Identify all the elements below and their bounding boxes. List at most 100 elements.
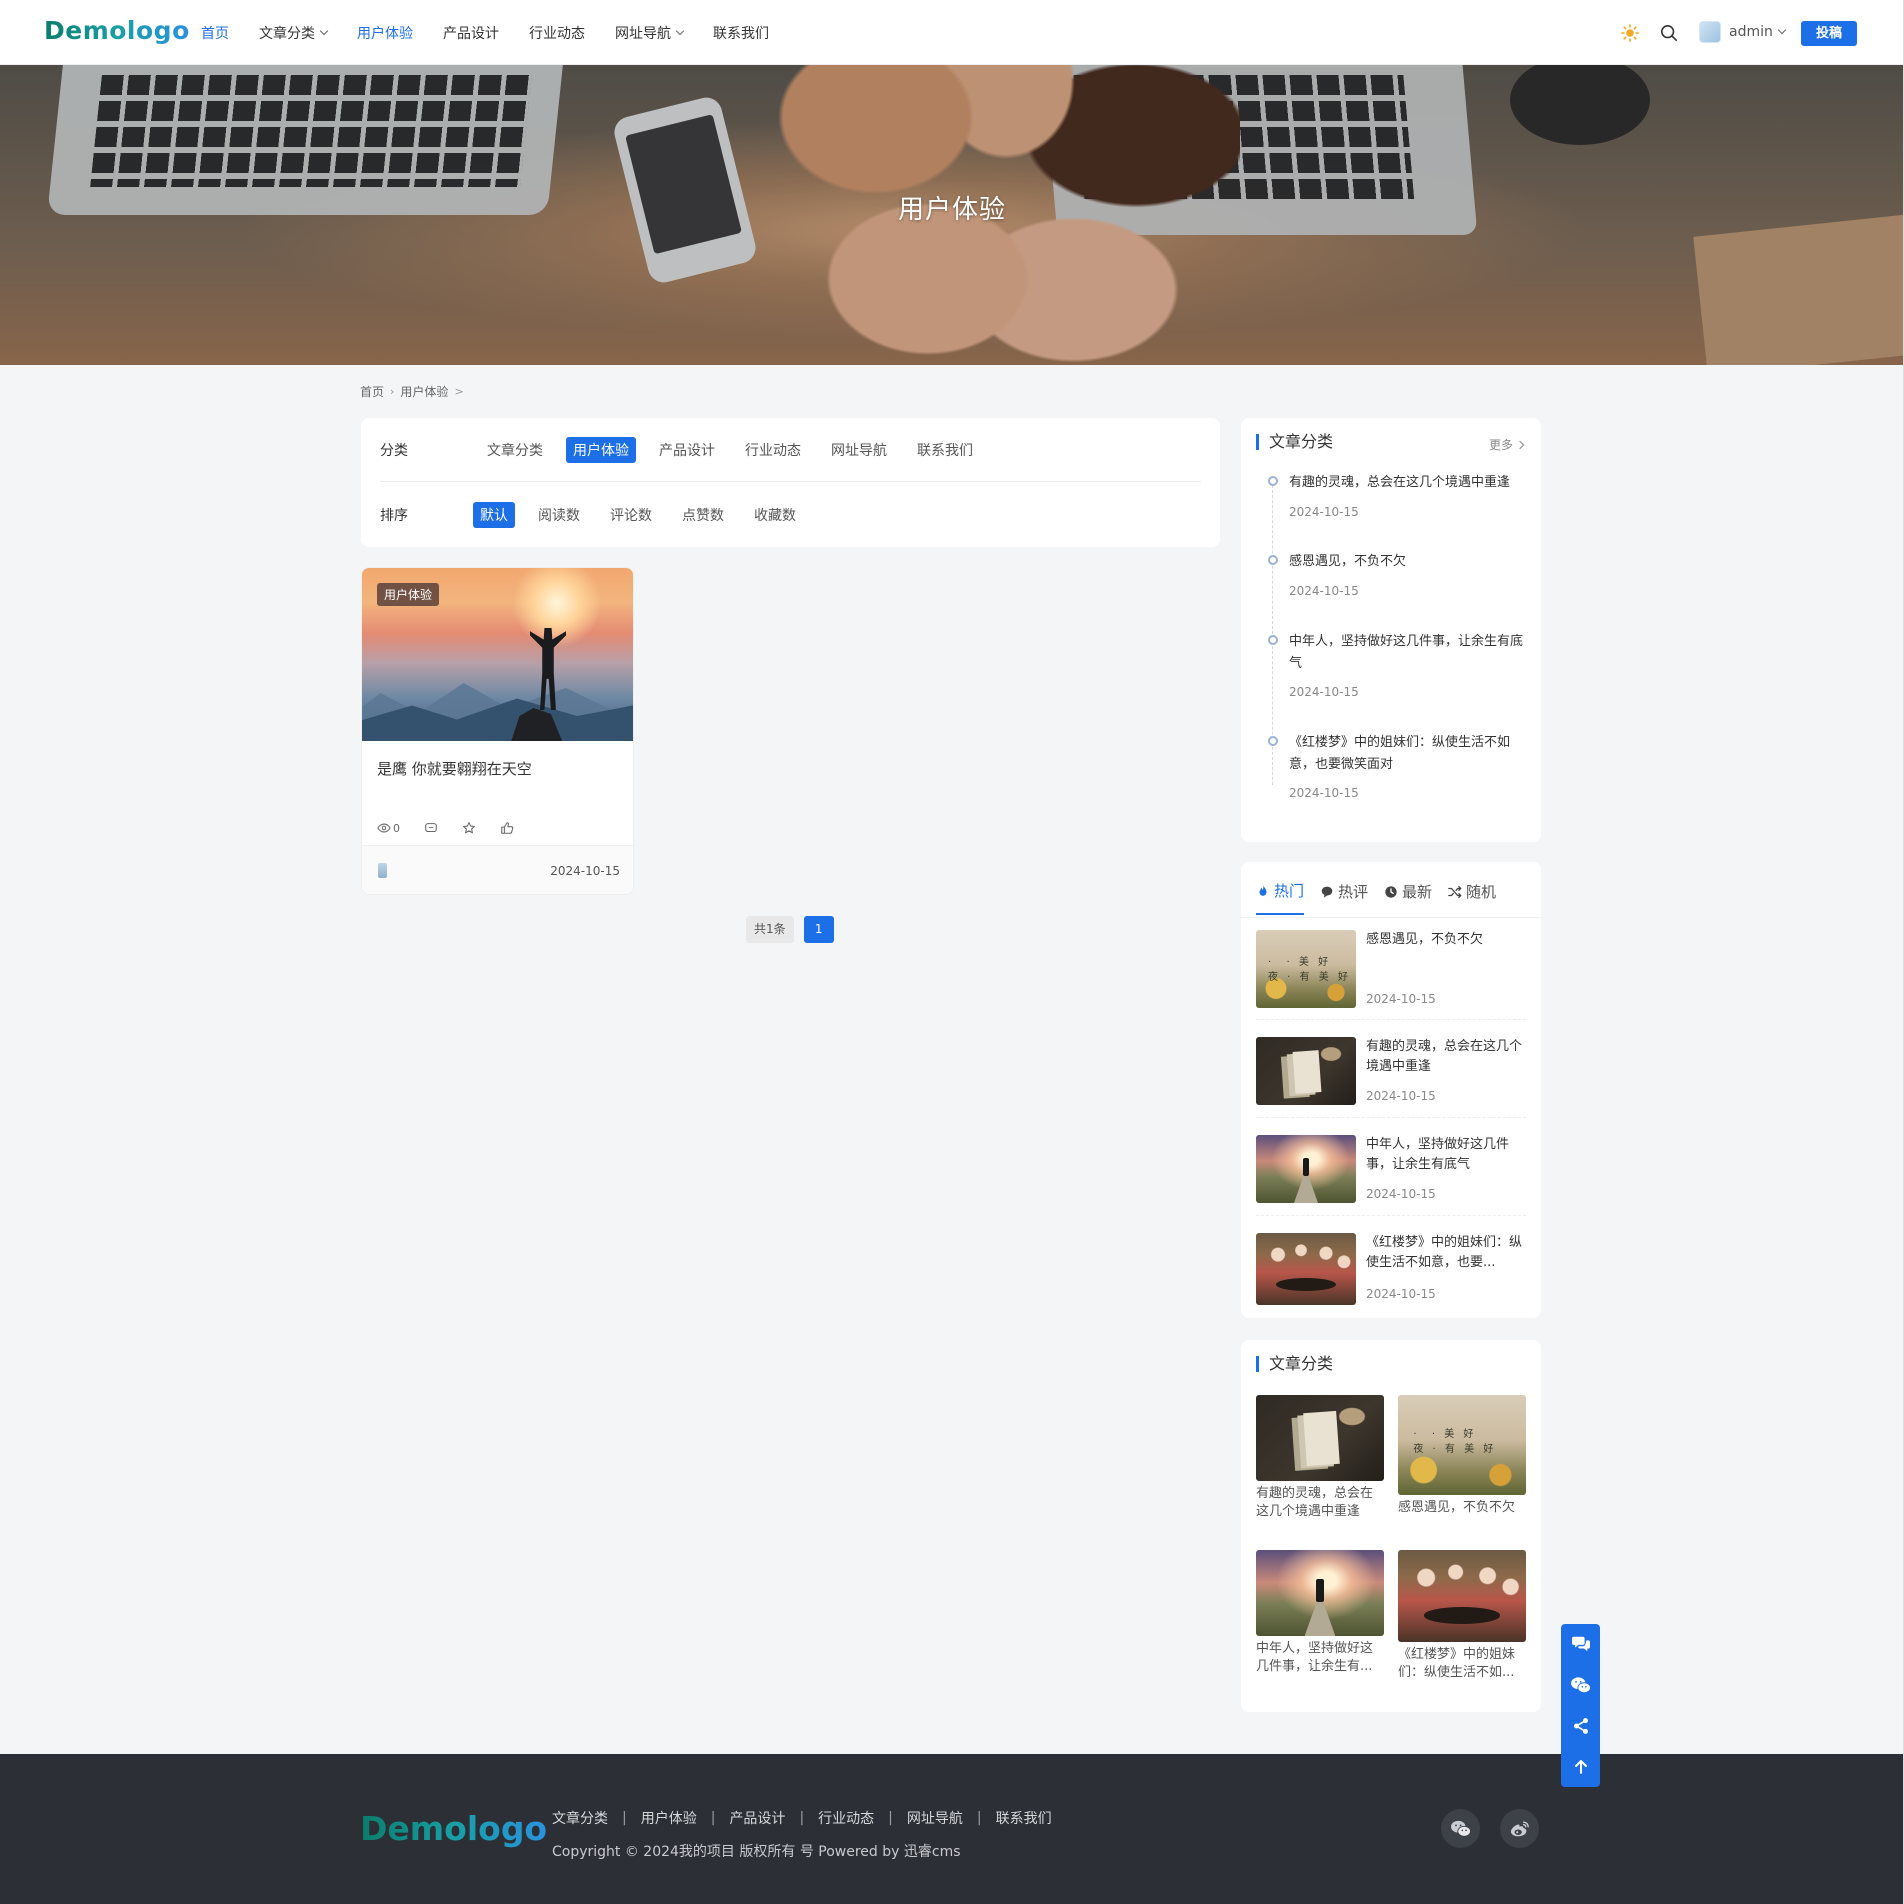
article-thumbnail[interactable] [1256, 1135, 1356, 1203]
filter-label: 排序 [380, 508, 408, 524]
comment-icon [1321, 886, 1333, 898]
category-grid-widget: 文章分类 有趣的灵魂，总会在这几个境遇中重逢 感恩遇见，不负不欠 中年人，坚持做… [1241, 1340, 1541, 1712]
timeline-dot [1268, 476, 1278, 486]
footer-logo[interactable]: Demologo [360, 1809, 547, 1848]
timeline-dot [1268, 635, 1278, 645]
eye-icon [377, 823, 391, 833]
tab-hot-comments[interactable]: 热评 [1320, 880, 1368, 915]
category-tag[interactable]: 用户体验 [377, 583, 440, 606]
grid-item-title[interactable]: 感恩遇见，不负不欠 [1398, 1499, 1526, 1517]
wechat-icon[interactable] [1441, 1809, 1480, 1848]
filter-option-selected[interactable]: 用户体验 [566, 437, 636, 463]
sort-option[interactable]: 评论数 [603, 502, 659, 528]
sort-filter: 排序 默认 阅读数 评论数 点赞数 收藏数 [380, 502, 819, 528]
wechat-icon[interactable] [1561, 1665, 1600, 1705]
site-logo[interactable]: Demologo [44, 16, 190, 45]
grid-item[interactable]: 《红楼梦》中的姐妹们：纵使生活不如... [1398, 1550, 1526, 1682]
timeline-item-title[interactable]: 中年人，坚持做好这几件事，让余生有底气 [1289, 631, 1534, 675]
tab-latest[interactable]: 最新 [1384, 880, 1432, 915]
filter-label: 分类 [380, 443, 408, 459]
filter-option[interactable]: 网址导航 [824, 437, 894, 463]
grid-item-title[interactable]: 有趣的灵魂，总会在这几个境遇中重逢 [1256, 1485, 1384, 1521]
sort-option-selected[interactable]: 默认 [473, 502, 515, 528]
grid-item-title[interactable]: 《红楼梦》中的姐妹们：纵使生活不如... [1398, 1646, 1526, 1682]
article-thumbnail[interactable] [1256, 1233, 1356, 1305]
site-footer: Demologo 文章分类 | 用户体验 | 产品设计 | 行业动态 | 网址导航 | 联… [0, 1754, 1904, 1904]
weibo-icon[interactable] [1500, 1809, 1539, 1848]
clock-icon [1385, 885, 1397, 898]
grid-item[interactable]: 中年人，坚持做好这几件事，让余生有... [1256, 1550, 1384, 1676]
article-thumbnail[interactable] [1256, 930, 1356, 1008]
list-item[interactable]: 中年人，坚持做好这几件事，让余生有底气 2024-10-15 [1256, 1135, 1526, 1216]
thumbs-up-icon[interactable] [500, 821, 514, 835]
article-card[interactable]: 用户体验 是鹰 你就要翱翔在天空 0 2024-10-15 [361, 567, 634, 895]
filter-option[interactable]: 行业动态 [738, 437, 808, 463]
footer-link[interactable]: 用户体验 [641, 1808, 697, 1828]
article-thumbnail[interactable] [1256, 1395, 1384, 1481]
nav-item-home[interactable]: 首页 [201, 23, 229, 43]
sort-option[interactable]: 点赞数 [675, 502, 731, 528]
nav-item-product-design[interactable]: 产品设计 [443, 23, 499, 43]
timeline-item-title[interactable]: 《红楼梦》中的姐妹们：纵使生活不如意，也要微笑面对 [1289, 732, 1534, 776]
submit-article-button[interactable]: 投稿 [1801, 21, 1857, 46]
avatar[interactable] [1699, 21, 1721, 43]
list-item-title[interactable]: 有趣的灵魂，总会在这几个境遇中重逢 [1366, 1037, 1531, 1077]
timeline-item-title[interactable]: 感恩遇见，不负不欠 [1289, 551, 1534, 573]
timeline-item-title[interactable]: 有趣的灵魂，总会在这几个境遇中重逢 [1289, 472, 1534, 494]
breadcrumb: 首页 › 用户体验 > [360, 383, 464, 400]
list-item-title[interactable]: 《红楼梦》中的姐妹们：纵使生活不如意，也要... [1366, 1233, 1531, 1273]
nav-item-industry-news[interactable]: 行业动态 [529, 23, 585, 43]
article-thumbnail[interactable] [1256, 1550, 1384, 1636]
divider [1241, 917, 1541, 918]
nav-item-article-category[interactable]: 文章分类 [259, 23, 329, 43]
pagination-total: 共1条 [746, 916, 794, 943]
star-icon[interactable] [462, 821, 476, 835]
filter-panel: 分类 文章分类 用户体验 产品设计 行业动态 网址导航 联系我们 排序 默认 阅… [361, 418, 1220, 547]
article-thumbnail[interactable] [1398, 1550, 1526, 1642]
sun-icon[interactable] [1621, 24, 1639, 42]
comment-icon[interactable] [424, 821, 438, 835]
list-item-date: 2024-10-15 [1366, 1287, 1436, 1301]
list-item-date: 2024-10-15 [1366, 1187, 1436, 1201]
article-title[interactable]: 是鹰 你就要翱翔在天空 [377, 758, 532, 779]
filter-option[interactable]: 文章分类 [480, 437, 550, 463]
arrow-up-icon[interactable] [1561, 1747, 1600, 1787]
widget-title: 文章分类 [1256, 1356, 1333, 1372]
share-icon[interactable] [1561, 1706, 1600, 1746]
filter-option[interactable]: 产品设计 [652, 437, 722, 463]
article-thumbnail[interactable] [1256, 1037, 1356, 1105]
tab-hot[interactable]: 热门 [1256, 880, 1305, 915]
list-item-title[interactable]: 感恩遇见，不负不欠 [1366, 930, 1531, 950]
author-avatar[interactable] [378, 863, 387, 878]
article-thumbnail[interactable] [1398, 1395, 1526, 1495]
tab-random[interactable]: 随机 [1448, 880, 1496, 915]
grid-item[interactable]: 有趣的灵魂，总会在这几个境遇中重逢 [1256, 1395, 1384, 1521]
breadcrumb-home[interactable]: 首页 [360, 383, 384, 400]
footer-link[interactable]: 产品设计 [729, 1808, 785, 1828]
filter-option[interactable]: 联系我们 [910, 437, 980, 463]
sort-option[interactable]: 收藏数 [747, 502, 803, 528]
list-item[interactable]: 《红楼梦》中的姐妹们：纵使生活不如意，也要... 2024-10-15 [1256, 1233, 1526, 1308]
grid-item-title[interactable]: 中年人，坚持做好这几件事，让余生有... [1256, 1640, 1384, 1676]
list-item[interactable]: 有趣的灵魂，总会在这几个境遇中重逢 2024-10-15 [1256, 1037, 1526, 1118]
footer-link[interactable]: 行业动态 [818, 1808, 874, 1828]
footer-link[interactable]: 文章分类 [552, 1808, 608, 1828]
nav-item-site-navigation[interactable]: 网址导航 [615, 23, 685, 43]
user-menu[interactable]: admin [1729, 24, 1787, 40]
sort-option[interactable]: 阅读数 [531, 502, 587, 528]
page-number-current[interactable]: 1 [803, 916, 834, 943]
chevron-right-icon [1515, 440, 1525, 449]
footer-link[interactable]: 联系我们 [996, 1808, 1052, 1828]
footer-link[interactable]: 网址导航 [907, 1808, 963, 1828]
timeline-dot [1268, 736, 1278, 746]
article-thumbnail[interactable]: 用户体验 [362, 568, 633, 741]
breadcrumb-current[interactable]: 用户体验 [400, 383, 448, 400]
list-item[interactable]: 感恩遇见，不负不欠 2024-10-15 [1256, 930, 1526, 1020]
search-icon[interactable] [1660, 24, 1678, 42]
list-item-title[interactable]: 中年人，坚持做好这几件事，让余生有底气 [1366, 1135, 1531, 1175]
chat-icon[interactable] [1561, 1624, 1600, 1664]
nav-item-contact[interactable]: 联系我们 [713, 23, 769, 43]
grid-item[interactable]: 感恩遇见，不负不欠 [1398, 1395, 1526, 1517]
more-link[interactable]: 更多 [1489, 436, 1525, 453]
nav-item-user-experience[interactable]: 用户体验 [357, 23, 413, 43]
